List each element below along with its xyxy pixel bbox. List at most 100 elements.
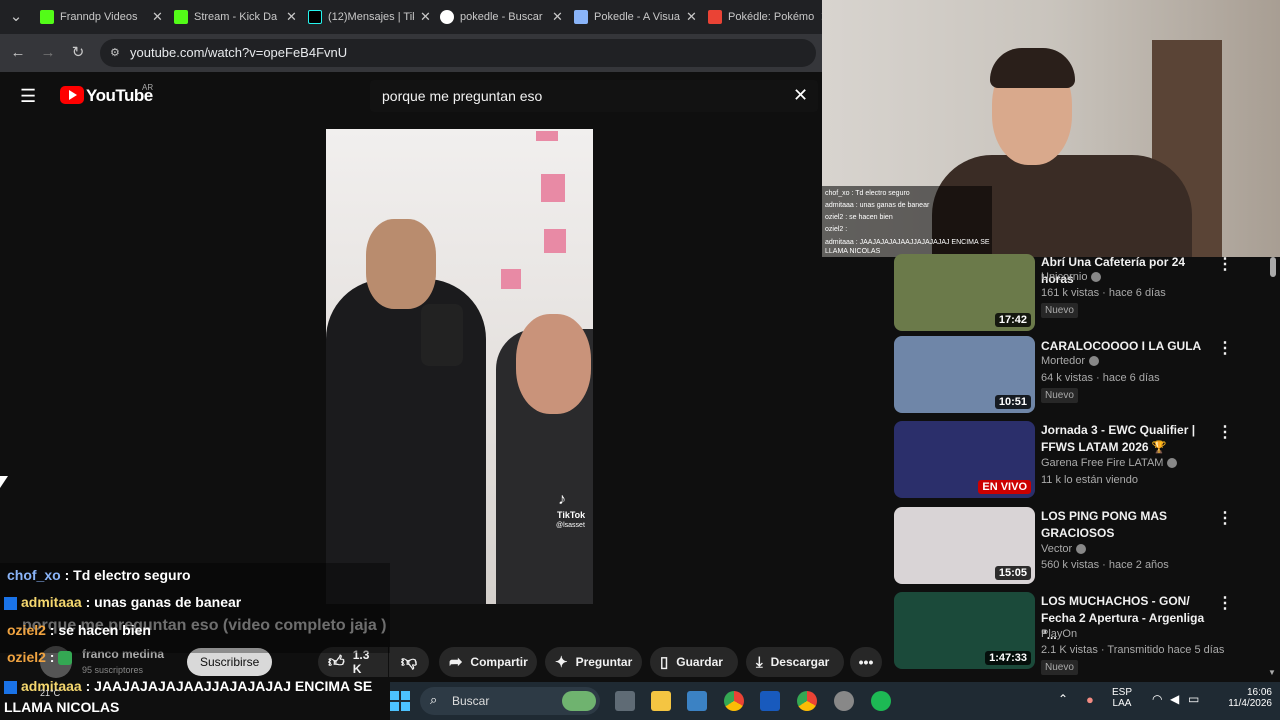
recommendation-channel[interactable]: Mortedor [1041,355,1100,367]
close-icon[interactable]: ✕ [686,9,697,25]
video-thumbnail[interactable]: EN VIVO [894,421,1035,498]
ask-button[interactable]: ✦ Preguntar [545,647,642,677]
reload-icon[interactable]: ↻ [68,43,88,63]
google-icon [440,10,454,24]
tab-title: Stream - Kick Da [194,11,278,23]
obs-icon[interactable] [834,691,854,711]
weather-widget[interactable]: 21°C [40,688,60,698]
clock[interactable]: 16:06 11/4/2026 [1208,687,1272,709]
video-thumbnail[interactable]: 1:47:33 [894,592,1035,669]
tab-google[interactable]: pokedle - Buscar ✕ [434,4,569,30]
close-icon[interactable]: ✕ [152,9,163,25]
save-label: Guardar [676,655,723,669]
tray-overflow-icon[interactable]: ⌃ [1058,692,1068,706]
more-vert-icon[interactable]: ⋮ [1217,254,1233,274]
duration-badge: 10:51 [994,395,1031,409]
tab-tiktok[interactable]: (12)Mensajes | TikTok ✕ [302,4,437,30]
save-button[interactable]: ▯ Guardar [650,647,738,677]
recommendation-title[interactable]: CARALOCOOOO I LA GULA [1041,338,1211,355]
more-icon: ••• [858,654,874,670]
video-thumbnail[interactable]: 15:05 [894,507,1035,584]
recommendation-item[interactable]: EN VIVO Jornada 3 - EWC Qualifier | FFWS… [894,421,1274,501]
taskbar: ⌕ Buscar ⌃ ● ESP LAA ◠ ◀ ▭ 16:06 11/4/20… [390,682,1280,720]
more-vert-icon[interactable]: ⋮ [1217,508,1233,528]
tab-pokedle[interactable]: Pokédle: Pokémon ✕ [702,4,837,30]
close-icon[interactable]: ✕ [286,9,297,25]
volume-icon[interactable]: ◀ [1170,692,1179,706]
chat-text: se hacen bien [58,622,151,638]
scroll-down-icon[interactable]: ▼ [1268,668,1276,677]
tab-search-icon[interactable]: ⌄ [6,7,26,27]
task-view-icon[interactable] [615,691,635,711]
recommendation-channel[interactable]: Garena Free Fire LATAM [1041,457,1178,469]
more-vert-icon[interactable]: ⋮ [1217,422,1233,442]
tiktok-watermark: TikTok [557,510,586,520]
webcam-chat-line: admitaaa : unas ganas de banear [825,202,930,209]
video-thumbnail[interactable]: 10:51 [894,336,1035,413]
recommendation-item[interactable]: 17:42 Abrí Una Cafetería por 24 horas Un… [894,254,1274,334]
tab-franndp[interactable]: Franndp Videos ✕ [34,4,169,30]
verified-icon [1076,544,1087,555]
chat-username: admitaaa [21,594,82,610]
language-indicator[interactable]: ESP LAA [1112,687,1132,709]
youtube-header: ☰ YouTube AR porque me preguntan eso ✕ [0,72,822,122]
new-badge: Nuevo [1041,660,1078,675]
back-icon[interactable]: ← [8,43,28,63]
recommendation-channel[interactable]: PlayOn [1041,628,1077,640]
download-button[interactable]: ⤓ Descargar [746,647,844,677]
site-info-icon[interactable]: ⚙ [110,39,120,67]
more-vert-icon[interactable]: ⋮ [1217,338,1233,358]
video-thumbnail[interactable]: 17:42 [894,254,1035,331]
recommendation-item[interactable]: 1:47:33 LOS MUCHACHOS - GON/ Fecha 2 Ape… [894,592,1274,675]
recommendation-channel[interactable]: Unicornio [1041,271,1102,283]
word-icon[interactable] [760,691,780,711]
close-icon[interactable]: ✕ [420,9,431,25]
video-player[interactable]: ♪ TikTok @lsasset [326,129,593,604]
windows-start-icon[interactable] [390,691,410,711]
search-input[interactable]: porque me preguntan eso [370,80,818,112]
share-icon: ➦ [449,654,463,671]
clear-search-icon[interactable]: ✕ [793,85,808,106]
person-left-head [366,219,436,309]
microphone-icon[interactable]: ● [1086,692,1094,707]
chrome-profile-icon[interactable] [797,691,817,711]
scrollbar-thumb[interactable] [1270,257,1276,277]
url-field[interactable]: ⚙ youtube.com/watch?v=opeFeB4FvnU [100,39,816,67]
share-button[interactable]: ➦ Compartir [439,647,537,677]
share-label: Compartir [470,655,528,669]
chrome-icon[interactable] [724,691,744,711]
more-actions-button[interactable]: ••• [850,647,882,677]
bookmark-icon: ▯ [660,654,669,671]
forward-icon[interactable]: → [38,43,58,63]
webcam-chat-line: chof_xo : Td electro seguro [825,190,910,197]
file-explorer-icon[interactable] [651,691,671,711]
chat-message: chof_xo : Td electro seguro [7,567,191,583]
webcam-chat-line: oziel2 : se hacen bien [825,214,893,221]
channel-label: Unicornio [1041,271,1088,283]
kick-icon [40,10,54,24]
tab-title: Franndp Videos [60,11,138,23]
taskbar-search[interactable]: ⌕ Buscar [420,687,600,715]
dislike-button[interactable]: 👎︎ [389,647,429,677]
menu-icon[interactable]: ☰ [20,86,36,107]
close-icon[interactable]: ✕ [552,9,563,25]
sticky-note [544,229,566,253]
spotify-icon[interactable] [871,691,891,711]
recommendation-item[interactable]: 10:51 CARALOCOOOO I LA GULA Mortedor 64 … [894,336,1274,416]
recommendation-channel[interactable]: Vector [1041,543,1087,555]
verified-icon [1091,272,1102,283]
recommendation-title[interactable]: LOS PING PONG MAS GRACIOSOS [1041,508,1211,542]
recommendation-meta: 560 k vistas · hace 2 años [1041,559,1169,571]
battery-icon[interactable]: ▭ [1188,692,1199,706]
new-badge: Nuevo [1041,303,1078,318]
recommendation-title[interactable]: Jornada 3 - EWC Qualifier | FFWS LATAM 2… [1041,422,1211,456]
tab-kick-stream[interactable]: Stream - Kick Da ✕ [168,4,303,30]
youtube-logo-icon[interactable] [60,86,84,104]
wifi-icon[interactable]: ◠ [1152,692,1162,706]
tab-pokedle-visual[interactable]: Pokedle - A Visual ✕ [568,4,703,30]
store-icon[interactable] [687,691,707,711]
recommendation-item[interactable]: 15:05 LOS PING PONG MAS GRACIOSOS Vector… [894,507,1274,587]
more-vert-icon[interactable]: ⋮ [1217,593,1233,613]
recommendation-meta: 161 k vistas · hace 6 días [1041,287,1166,299]
sparkle-icon: ✦ [555,654,568,671]
